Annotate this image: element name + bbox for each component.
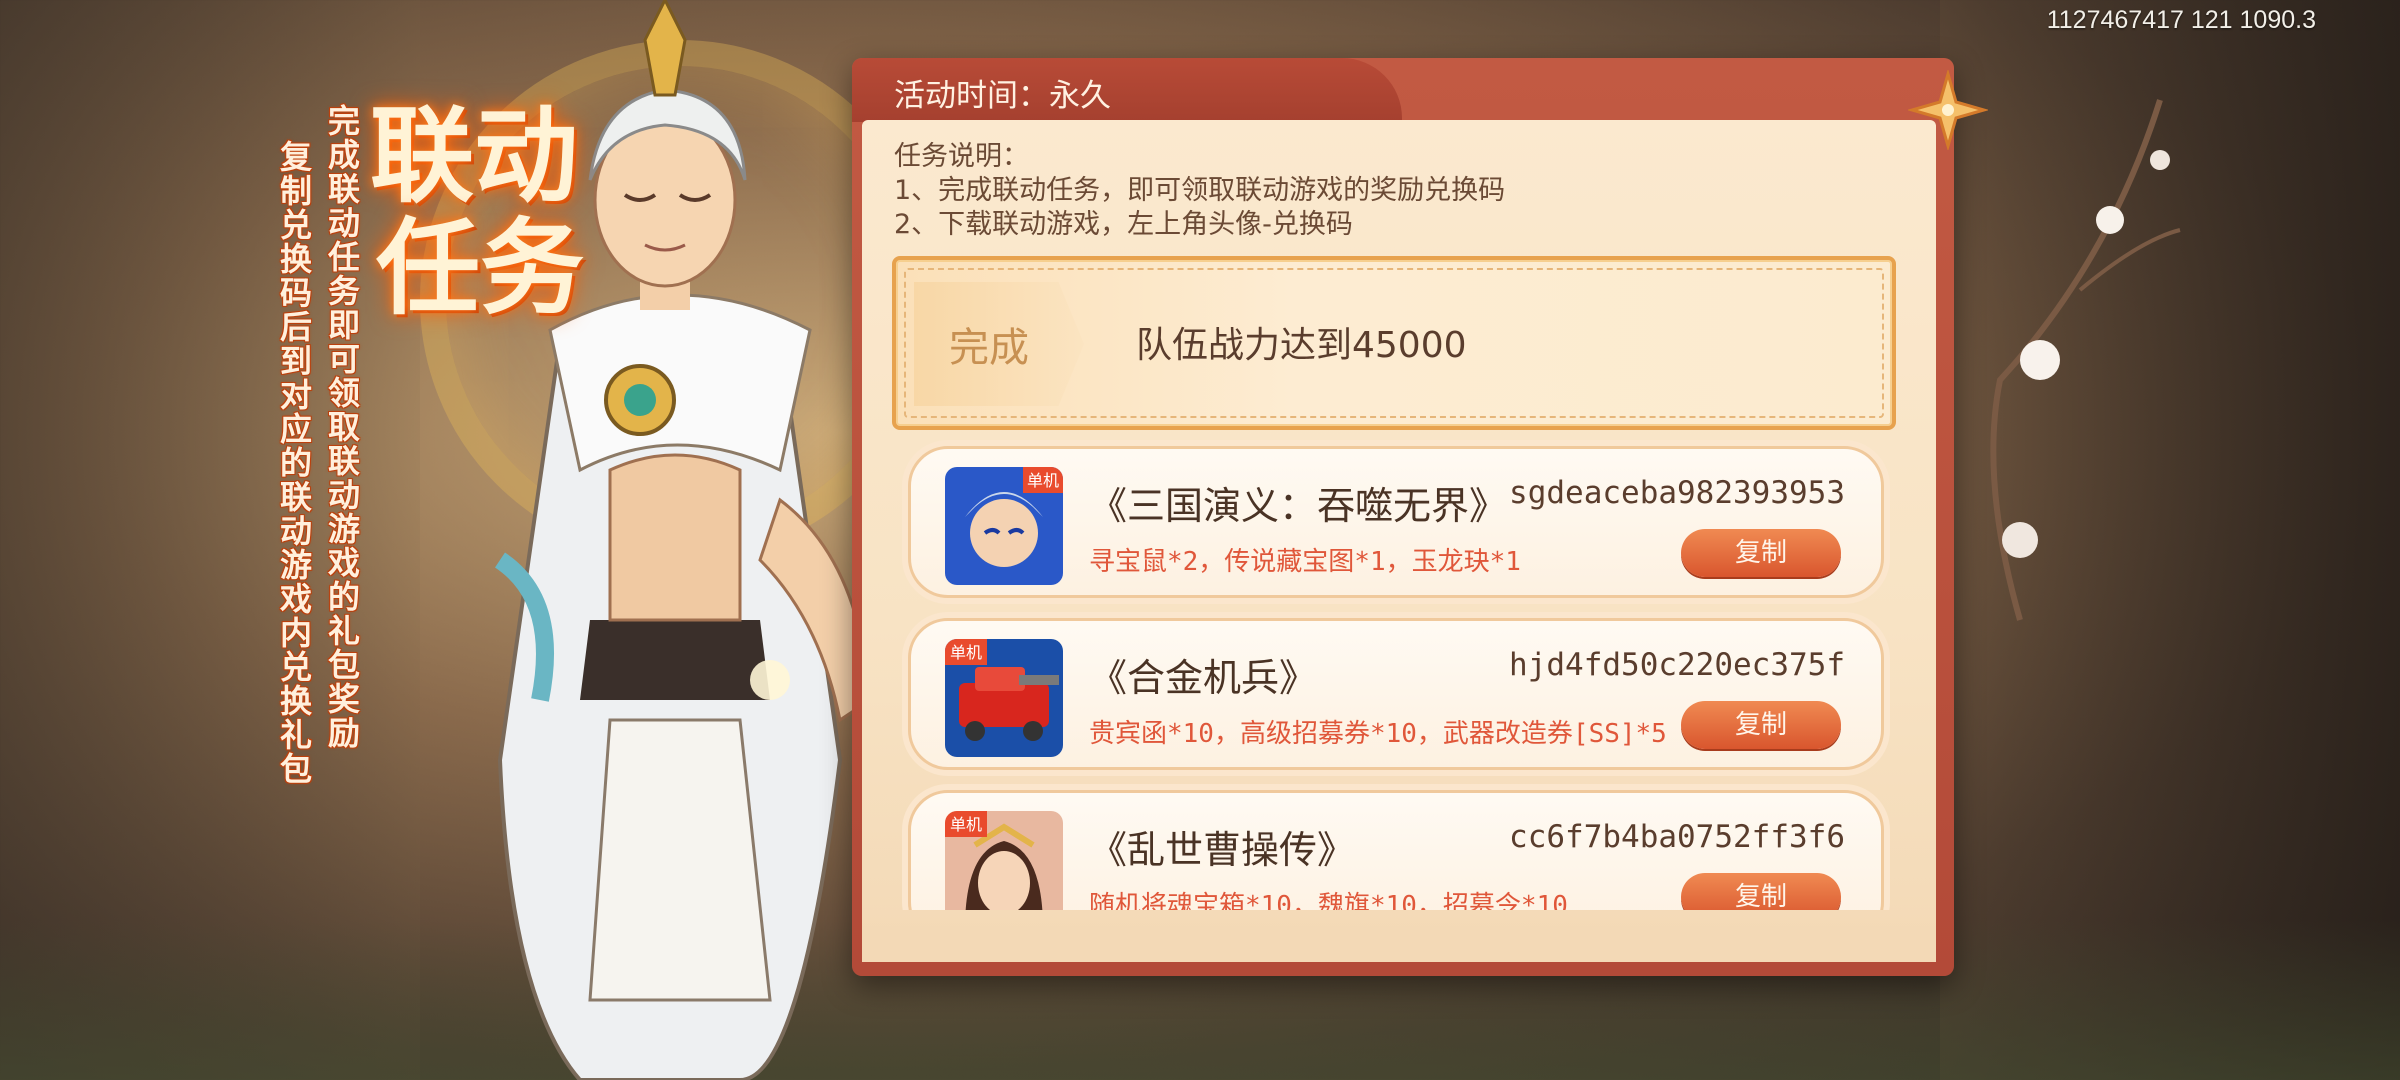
event-title: 联动 任务 (370, 100, 600, 324)
event-title-line1: 联动 (370, 94, 579, 217)
game-card: 单机 《三国演义：吞噬无界》 sgdeaceba982393953 寻宝鼠*2，… (908, 446, 1884, 598)
description-heading: 任务说明： (894, 141, 1029, 172)
task-description: 任务说明： 1、完成联动任务，即可领取联动游戏的奖励兑换码 2、下载联动游戏，左… (894, 140, 1505, 242)
description-line-1: 1、完成联动任务，即可领取联动游戏的奖励兑换码 (894, 175, 1506, 206)
task-card: 完成 队伍战力达到45000 (892, 256, 1896, 430)
copy-button[interactable]: 复制 (1681, 873, 1841, 910)
single-player-badge: 单机 (950, 643, 982, 662)
game-name: 《三国演义：吞噬无界》 (1089, 484, 1508, 528)
activity-time: 活动时间：永久 (894, 78, 1111, 114)
blue-warrior-icon: 单机 (945, 467, 1063, 585)
redeem-code: hjd4fd50c220ec375f (1509, 647, 1845, 683)
game-name: 《乱世曹操传》 (1089, 828, 1356, 872)
game-rewards: 贵宾函*10，高级招募券*10，武器改造券[SS]*5 (1089, 719, 1667, 749)
game-card: 单机 《乱世曹操传》 cc6f7b4ba0752ff3f6 随机将魂宝箱*10，… (908, 790, 1884, 910)
plum-branch-decoration (1990, 99, 2181, 621)
event-title-line2: 任务 (376, 206, 585, 329)
debug-coords: 1127467417 121 1090.3 (2046, 6, 2316, 34)
list-fade-edge (862, 912, 1936, 962)
linked-games-list[interactable]: 单机 《三国演义：吞噬无界》 sgdeaceba982393953 寻宝鼠*2，… (900, 440, 1890, 910)
description-line-2: 2、下载联动游戏，左上角头像-兑换码 (894, 209, 1353, 240)
task-status-label: 完成 (949, 325, 1029, 371)
copy-button[interactable]: 复制 (1681, 701, 1841, 749)
single-player-badge: 单机 (950, 815, 982, 834)
task-requirement: 队伍战力达到45000 (1136, 325, 1467, 366)
task-status-badge: 完成 (914, 282, 1084, 406)
banner-vertical-text-2: 复制兑换码后到对应的联动游戏内兑换礼包 (275, 140, 313, 786)
game-name: 《合金机兵》 (1089, 656, 1318, 700)
single-player-badge: 单机 (1027, 471, 1059, 490)
red-mech-icon: 单机 (945, 639, 1063, 757)
copy-button[interactable]: 复制 (1681, 529, 1841, 577)
game-card: 单机 《合金机兵》 hjd4fd50c220ec375f 贵宾函*10，高级招募… (908, 618, 1884, 770)
redeem-code: cc6f7b4ba0752ff3f6 (1509, 819, 1845, 855)
game-rewards: 随机将魂宝箱*10，魏旗*10，招募令*10 (1089, 891, 1568, 910)
game-rewards: 寻宝鼠*2，传说藏宝图*1，玉龙玦*1 (1089, 547, 1521, 577)
warrior-woman-icon: 单机 (945, 811, 1063, 910)
banner-vertical-text-1: 完成联动任务即可领取联动游戏的礼包奖励 (323, 104, 361, 750)
star-ornament-icon (1908, 70, 1988, 150)
redeem-code: sgdeaceba982393953 (1509, 475, 1845, 511)
